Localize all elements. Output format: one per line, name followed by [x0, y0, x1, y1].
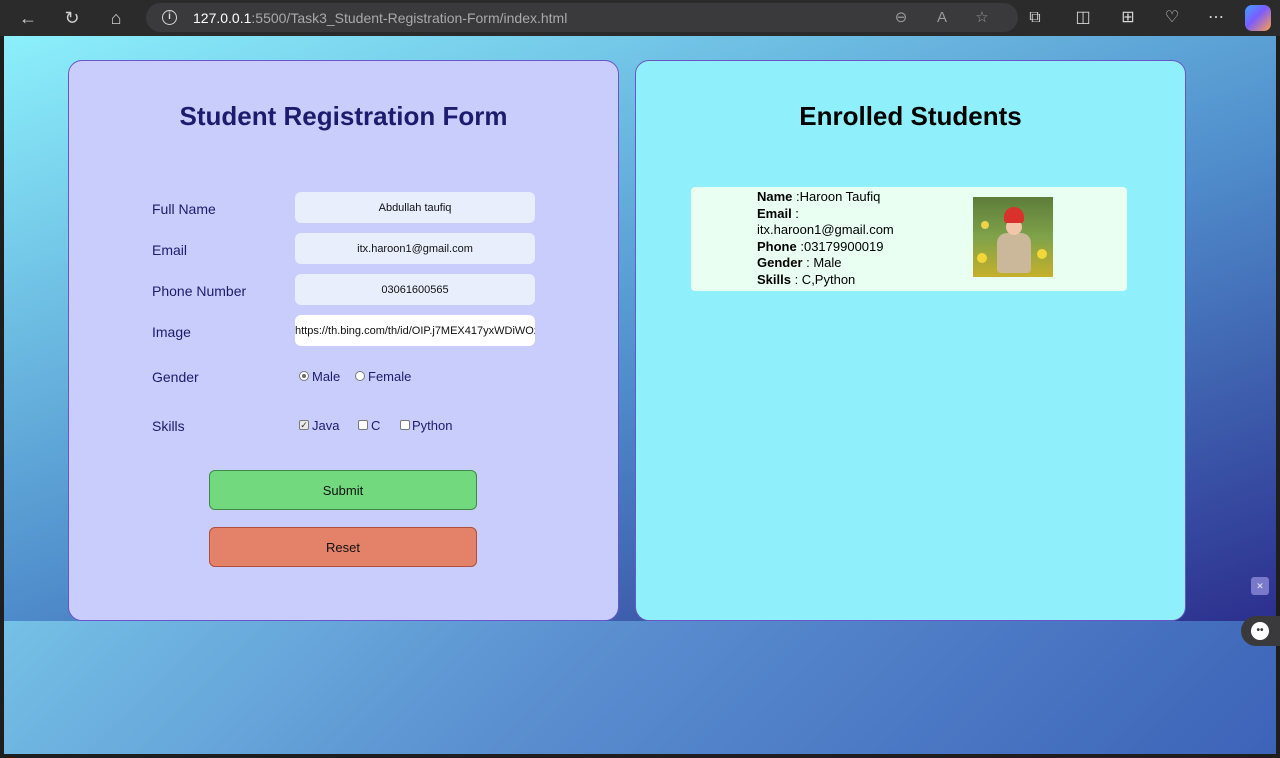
browser-toolbar: ← ↻ ⌂ i 127.0.0.1:5500/Task3_Student-Reg… — [0, 0, 1280, 36]
split-screen-icon[interactable]: ◫ — [1071, 6, 1095, 30]
browser-essentials-icon[interactable]: ♡ — [1160, 6, 1184, 30]
side-assistant-widget[interactable]: •• — [1241, 616, 1280, 646]
back-icon[interactable]: ← — [16, 6, 40, 30]
gender-value: : Male — [802, 255, 842, 270]
skill-c-label: C — [371, 418, 381, 433]
phone-label: Phone Number — [152, 283, 247, 299]
email-input[interactable] — [295, 233, 535, 264]
side-extension-icon[interactable]: ✕ — [1251, 577, 1269, 595]
collections-icon[interactable]: ⊞ — [1116, 6, 1140, 30]
form-title: Student Registration Form — [179, 101, 508, 131]
skills-key: Skills — [757, 271, 791, 287]
gender-male-radio[interactable] — [299, 371, 309, 381]
phone-value: :03179900019 — [800, 238, 884, 254]
gender-key: Gender — [757, 255, 803, 270]
main-section: Student Registration Form Full Name Emai… — [4, 36, 1276, 621]
favorite-icon[interactable]: ☆ — [972, 8, 992, 28]
email-sep: : — [791, 205, 799, 221]
registration-form-panel: Student Registration Form Full Name Emai… — [68, 60, 619, 621]
reset-button[interactable]: Reset — [209, 527, 477, 567]
skill-java-checkbox[interactable]: ✓ — [299, 420, 309, 430]
phone-key: Phone — [757, 238, 797, 254]
reload-icon[interactable]: ↻ — [60, 6, 84, 30]
skills-label: Skills — [152, 418, 185, 434]
skill-python-checkbox[interactable] — [400, 420, 410, 430]
skill-java-label: Java — [312, 418, 340, 433]
name-value: :Haroon Taufiq — [796, 189, 881, 204]
student-phone-row: Phone :03179900019 — [757, 239, 957, 256]
full-name-label: Full Name — [152, 201, 216, 217]
student-name-row: Name :Haroon Taufiq — [757, 189, 957, 206]
email-label: Email — [152, 242, 188, 258]
enrolled-students-panel: Enrolled Students Name :Haroon Taufiq Em… — [635, 60, 1186, 621]
image-url-input[interactable] — [295, 315, 535, 346]
student-photo — [973, 197, 1053, 277]
gender-male-label: Male — [312, 369, 341, 384]
enrolled-title: Enrolled Students — [799, 101, 1022, 131]
submit-button[interactable]: Submit — [209, 470, 477, 510]
gender-female-label: Female — [368, 369, 412, 384]
image-label: Image — [152, 324, 191, 340]
url-text[interactable]: 127.0.0.1:5500/Task3_Student-Registratio… — [193, 10, 567, 26]
phone-input[interactable] — [295, 274, 535, 305]
site-info-icon[interactable]: i — [162, 10, 177, 25]
skill-c-checkbox[interactable] — [358, 420, 368, 430]
full-name-input[interactable] — [295, 192, 535, 223]
more-menu-icon[interactable]: ⋯ — [1204, 6, 1228, 30]
email-key: Email — [757, 205, 792, 221]
student-skills-row: Skills : C,Python — [757, 272, 957, 289]
read-aloud-icon[interactable]: A — [932, 8, 952, 28]
url-host: 127.0.0.1 — [193, 10, 252, 26]
student-gender-row: Gender : Male — [757, 255, 957, 272]
email-value: itx.haroon1@gmail.com — [757, 222, 894, 237]
page-viewport: Student Registration Form Full Name Emai… — [4, 36, 1276, 754]
gender-female-radio[interactable] — [355, 371, 365, 381]
student-card: Name :Haroon Taufiq Email : itx.haroon1@g… — [691, 187, 1127, 291]
student-info: Name :Haroon Taufiq Email : itx.haroon1@g… — [757, 189, 957, 288]
skills-value: : C,Python — [790, 271, 856, 287]
copilot-icon[interactable] — [1245, 5, 1271, 31]
name-key: Name — [757, 189, 793, 204]
home-icon[interactable]: ⌂ — [104, 6, 128, 30]
skill-python-label: Python — [412, 418, 453, 433]
student-email-row: Email : itx.haroon1@gmail.com — [757, 206, 957, 239]
zoom-icon[interactable]: ⊖ — [891, 8, 911, 28]
assistant-face-icon: •• — [1251, 622, 1269, 640]
url-path: :5500/Task3_Student-Registration-Form/in… — [251, 10, 568, 26]
gender-label: Gender — [152, 369, 199, 385]
extensions-icon[interactable]: ⧉ — [1023, 6, 1047, 30]
address-bar[interactable]: i 127.0.0.1:5500/Task3_Student-Registrat… — [146, 3, 1018, 32]
